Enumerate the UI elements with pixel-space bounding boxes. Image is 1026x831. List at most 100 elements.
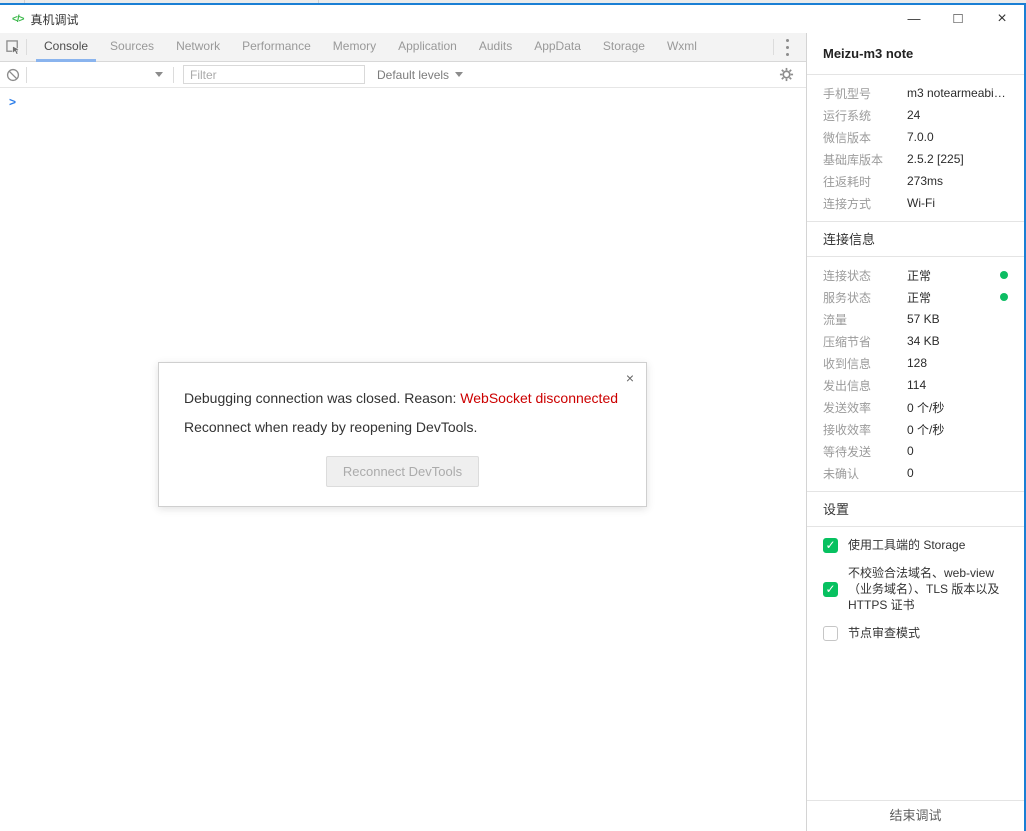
info-value: Wi-Fi bbox=[907, 196, 935, 210]
setting-label: 使用工具端的 Storage bbox=[848, 538, 966, 552]
info-value: 7.0.0 bbox=[907, 130, 934, 144]
divider bbox=[173, 66, 174, 83]
console-input-row[interactable]: > bbox=[0, 88, 806, 109]
info-row: 收到信息 128 bbox=[823, 352, 1008, 374]
tab-storage[interactable]: Storage bbox=[595, 33, 653, 62]
info-label: 连接方式 bbox=[823, 196, 872, 211]
device-sidebar: Meizu-m3 note 手机型号 m3 notearmeabi… 运行系统 … bbox=[806, 33, 1024, 831]
info-label: 收到信息 bbox=[823, 356, 872, 371]
setting-label: 节点审查模式 bbox=[848, 626, 921, 640]
close-button[interactable]: × bbox=[980, 5, 1024, 33]
inspect-element-icon[interactable] bbox=[0, 34, 26, 60]
devtools-tabbar: Console Sources Network Performance Memo… bbox=[0, 33, 806, 62]
info-label: 压缩节省 bbox=[823, 334, 872, 349]
info-row: 流量 57 KB bbox=[823, 308, 1008, 330]
info-value: 128 bbox=[907, 356, 928, 370]
log-levels-dropdown[interactable]: Default levels bbox=[377, 67, 464, 82]
execution-context-dropdown[interactable] bbox=[27, 62, 173, 87]
info-value: 2.5.2 [225] bbox=[907, 152, 964, 166]
gear-icon[interactable] bbox=[773, 62, 799, 88]
info-value: 0 个/秒 bbox=[907, 422, 945, 437]
tab-wxml[interactable]: Wxml bbox=[659, 33, 705, 62]
dialog-close-icon[interactable]: × bbox=[626, 371, 634, 385]
info-row: 运行系统 24 bbox=[823, 104, 1008, 126]
info-value: 57 KB bbox=[907, 312, 940, 326]
info-label: 接收效率 bbox=[823, 422, 872, 437]
info-value: m3 notearmeabi… bbox=[907, 86, 1006, 100]
info-label: 连接状态 bbox=[823, 268, 872, 283]
divider bbox=[26, 39, 27, 55]
info-value: 34 KB bbox=[907, 334, 940, 348]
tab-sources[interactable]: Sources bbox=[102, 33, 162, 62]
info-label: 运行系统 bbox=[823, 108, 872, 123]
dialog-button-row: Reconnect DevTools bbox=[184, 456, 621, 487]
info-value: 0 个/秒 bbox=[907, 400, 945, 415]
info-label: 手机型号 bbox=[823, 86, 872, 101]
setting-node-inspect-mode[interactable]: 节点审查模式 bbox=[823, 625, 1008, 641]
device-info-list: 手机型号 m3 notearmeabi… 运行系统 24 微信版本 7.0.0 … bbox=[807, 75, 1024, 221]
info-value: 114 bbox=[907, 378, 927, 392]
dialog-message-prefix: Debugging connection was closed. Reason: bbox=[184, 390, 461, 406]
checkbox[interactable] bbox=[823, 537, 838, 553]
clear-console-icon[interactable] bbox=[0, 62, 26, 88]
device-name: Meizu-m3 note bbox=[807, 33, 1024, 75]
log-levels-label: Default levels bbox=[377, 67, 450, 82]
chevron-down-icon bbox=[155, 72, 163, 77]
titlebar: </> 真机调试 — □ × bbox=[0, 5, 1024, 33]
tab-performance[interactable]: Performance bbox=[234, 33, 319, 62]
console-prompt-icon: > bbox=[9, 95, 17, 109]
info-row: 发出信息 114 bbox=[823, 374, 1008, 396]
end-debug-button[interactable]: 结束调试 bbox=[807, 800, 1024, 831]
status-dot bbox=[1000, 293, 1008, 301]
info-label: 基础库版本 bbox=[823, 152, 884, 167]
status-dot bbox=[1000, 271, 1008, 279]
info-row: 等待发送 0 bbox=[823, 440, 1008, 462]
tab-list: Console Sources Network Performance Memo… bbox=[33, 33, 773, 62]
filter-input[interactable] bbox=[183, 65, 365, 84]
settings-list: 使用工具端的 Storage 不校验合法域名、web-view（业务域名）、TL… bbox=[807, 527, 1024, 653]
checkbox[interactable] bbox=[823, 625, 838, 641]
info-row: 连接方式 Wi-Fi bbox=[823, 192, 1008, 214]
maximize-button[interactable]: □ bbox=[936, 5, 980, 33]
connection-section-title: 连接信息 bbox=[807, 221, 1024, 257]
checkbox[interactable] bbox=[823, 581, 838, 597]
setting-label: 不校验合法域名、web-view（业务域名）、TLS 版本以及 HTTPS 证书 bbox=[848, 566, 1000, 612]
info-value: 273ms bbox=[907, 174, 944, 188]
info-label: 往返耗时 bbox=[823, 174, 872, 189]
info-value: 0 bbox=[907, 444, 914, 458]
connection-info-list: 连接状态 正常 服务状态 正常 流量 57 KB 压缩节省 34 KB 收到信息… bbox=[807, 257, 1024, 491]
info-value: 正常 bbox=[907, 290, 932, 305]
info-label: 发出信息 bbox=[823, 378, 872, 393]
console-toolbar: Default levels bbox=[0, 62, 806, 88]
info-row: 服务状态 正常 bbox=[823, 286, 1008, 308]
info-row: 微信版本 7.0.0 bbox=[823, 126, 1008, 148]
dialog-reason-text: WebSocket disconnected bbox=[460, 390, 619, 406]
tab-memory[interactable]: Memory bbox=[325, 33, 384, 62]
tab-appdata[interactable]: AppData bbox=[526, 33, 589, 62]
tab-network[interactable]: Network bbox=[168, 33, 228, 62]
info-label: 流量 bbox=[823, 312, 848, 327]
settings-section-title: 设置 bbox=[807, 491, 1024, 527]
info-row: 压缩节省 34 KB bbox=[823, 330, 1008, 352]
info-label: 未确认 bbox=[823, 466, 860, 481]
info-label: 发送效率 bbox=[823, 400, 872, 415]
minimize-button[interactable]: — bbox=[892, 5, 936, 33]
kebab-menu-icon[interactable] bbox=[774, 34, 800, 60]
info-row: 发送效率 0 个/秒 bbox=[823, 396, 1008, 418]
setting-use-tool-storage[interactable]: 使用工具端的 Storage bbox=[823, 537, 1008, 553]
info-value: 24 bbox=[907, 108, 921, 122]
info-row: 基础库版本 2.5.2 [225] bbox=[823, 148, 1008, 170]
setting-skip-domain-check[interactable]: 不校验合法域名、web-view（业务域名）、TLS 版本以及 HTTPS 证书 bbox=[823, 565, 1008, 613]
info-row: 往返耗时 273ms bbox=[823, 170, 1008, 192]
info-label: 服务状态 bbox=[823, 290, 872, 305]
info-value: 0 bbox=[907, 466, 914, 480]
code-brackets-icon: </> bbox=[12, 13, 25, 25]
tab-console[interactable]: Console bbox=[36, 33, 97, 62]
tab-audits[interactable]: Audits bbox=[471, 33, 520, 62]
info-row: 连接状态 正常 bbox=[823, 264, 1008, 286]
tab-application[interactable]: Application bbox=[390, 33, 465, 62]
reconnect-devtools-button[interactable]: Reconnect DevTools bbox=[325, 456, 480, 487]
window-title: 真机调试 bbox=[30, 12, 79, 27]
window-controls: — □ × bbox=[892, 5, 1024, 33]
